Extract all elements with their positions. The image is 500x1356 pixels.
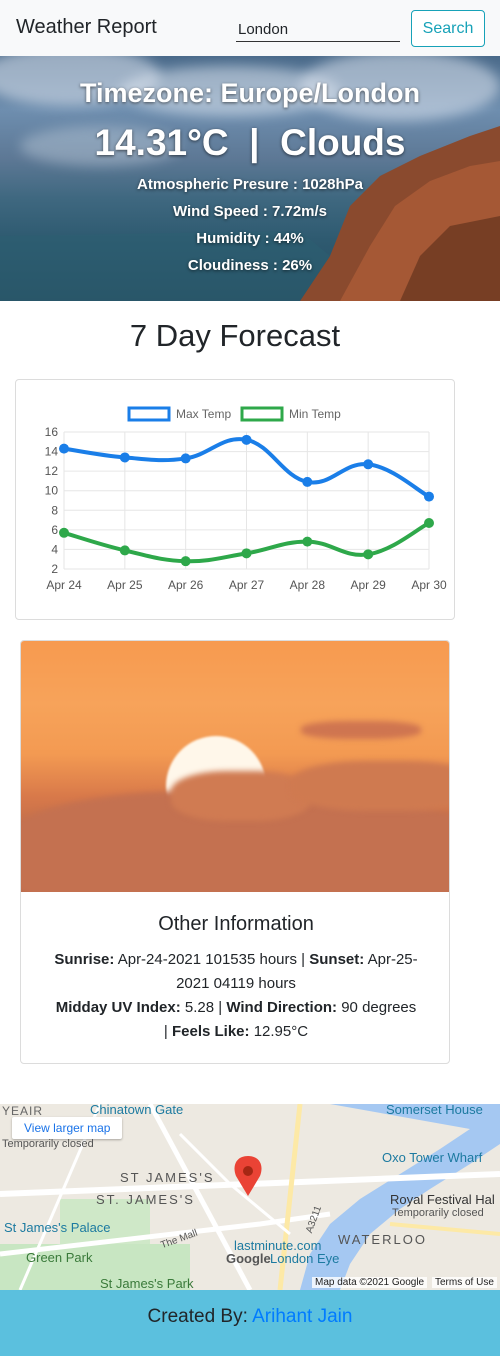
map-label-st-james-1: ST JAMES'S [120, 1170, 215, 1185]
x-tick-label: Apr 29 [350, 578, 386, 592]
map-label-temp-closed-1: Temporarily closed [2, 1138, 94, 1150]
sunrise-value: Apr-24-2021 101535 hours [117, 951, 298, 968]
map-label-st-james-2: ST. JAMES'S [96, 1192, 195, 1207]
y-tick-label: 10 [45, 484, 59, 498]
view-larger-map-link[interactable]: View larger map [12, 1117, 123, 1139]
map-label-waterloo: WATERLOO [338, 1232, 427, 1247]
humidity-stat: Humidity : 44% [196, 230, 304, 247]
y-tick-label: 8 [51, 503, 58, 517]
app-brand[interactable]: Weather Report [16, 16, 157, 39]
data-point [180, 453, 191, 464]
forecast-chart-card: 2 4 6 8 10 12 14 16 Apr 24 Apr 25 Apr 26 Apr 27 Apr … [15, 379, 455, 620]
data-point [119, 545, 130, 556]
map-label-st-james-palace: St James's Palace [4, 1220, 111, 1235]
map-label-somerset: Somerset House [386, 1104, 483, 1117]
y-tick-label: 4 [51, 542, 58, 556]
pressure-stat: Atmospheric Presure : 1028hPa [137, 176, 363, 193]
map-label-yeair: YEAIR [2, 1104, 44, 1118]
y-tick-label: 12 [45, 464, 59, 478]
other-info-title: Other Information [158, 913, 314, 935]
wind-speed-stat: Wind Speed : 7.72m/s [172, 203, 328, 220]
wind-direction-label: Wind Direction: [226, 999, 338, 1016]
y-tick-label: 14 [45, 445, 59, 459]
data-point [241, 548, 252, 559]
city-search-input[interactable] [236, 18, 400, 42]
legend-label: Min Temp [289, 407, 341, 421]
y-tick-label: 6 [51, 523, 58, 537]
uv-label: Midday UV Index: [55, 999, 181, 1016]
timezone-heading: Timezone: Europe/London [80, 78, 420, 108]
sunrise-label: Sunrise: [54, 951, 115, 968]
data-point [59, 443, 69, 454]
other-info-card: Other Information Sunrise: Apr-24-2021 1… [20, 640, 450, 1064]
map-label-temp-closed-2: Temporarily closed [392, 1207, 484, 1219]
map-label-royal-festival: Royal Festival Hal [390, 1192, 495, 1207]
map-label-google: Google [226, 1251, 271, 1266]
legend-label: Max Temp [176, 407, 231, 421]
x-tick-label: Apr 30 [411, 578, 447, 592]
data-point [241, 434, 252, 445]
feels-like-label: Feels Like: [171, 1023, 250, 1040]
search-button[interactable]: Search [411, 10, 485, 47]
map-label-london-eye: London Eye [270, 1251, 340, 1266]
navbar: Weather Report Search [0, 0, 500, 56]
uv-value: 5.28 [184, 999, 215, 1016]
current-weather-banner: Timezone: Europe/London 14.31°C | Clouds… [0, 56, 500, 301]
data-point [363, 549, 374, 560]
map-data-attribution: Map data ©2021 Google [312, 1277, 428, 1288]
y-tick-label: 16 [45, 425, 59, 439]
cloudiness-stat: Cloudiness : 26% [187, 257, 313, 274]
wind-direction-value: 90 degrees [341, 999, 417, 1016]
x-tick-label: Apr 27 [229, 578, 265, 592]
data-point [59, 527, 69, 538]
map-label-oxo: Oxo Tower Wharf [382, 1150, 483, 1165]
location-map[interactable]: View larger map YEAIR Chinatown Gate Som… [0, 1104, 500, 1290]
data-point [119, 452, 130, 463]
map-label-st-james-park: St James's Park [100, 1276, 194, 1290]
created-by-label: Created By: [147, 1306, 253, 1327]
sunset-label: Sunset: [309, 951, 365, 968]
y-tick-label: 2 [51, 562, 58, 576]
data-point [302, 536, 313, 547]
x-tick-label: Apr 25 [107, 578, 143, 592]
map-label-green-park: Green Park [26, 1250, 93, 1265]
x-tick-label: Apr 28 [290, 578, 326, 592]
legend-swatch [127, 406, 171, 422]
map-terms-link[interactable]: Terms of Use [432, 1277, 497, 1288]
temperature-condition: 14.31°C | Clouds [94, 122, 406, 163]
data-point [424, 491, 434, 502]
data-point [363, 459, 374, 470]
data-point [424, 518, 434, 529]
map-label-chinatown: Chinatown Gate [90, 1104, 184, 1117]
forecast-line-chart: 2 4 6 8 10 12 14 16 Apr 24 Apr 25 Apr 26 Apr 27 Apr … [45, 406, 447, 592]
page-footer: Created By: Arihant Jain [0, 1290, 500, 1356]
x-tick-label: Apr 24 [46, 578, 82, 592]
legend-swatch [240, 406, 284, 422]
sunset-image [21, 641, 449, 892]
data-point [180, 556, 191, 567]
x-tick-label: Apr 26 [168, 578, 204, 592]
data-point [302, 476, 313, 487]
author-link[interactable]: Arihant Jain [252, 1306, 352, 1327]
forecast-title: 7 Day Forecast [129, 318, 341, 353]
feels-like-value: 12.95°C [253, 1023, 309, 1040]
other-info-details: Sunrise: Apr-24-2021 101535 hours | Suns… [54, 951, 418, 1040]
